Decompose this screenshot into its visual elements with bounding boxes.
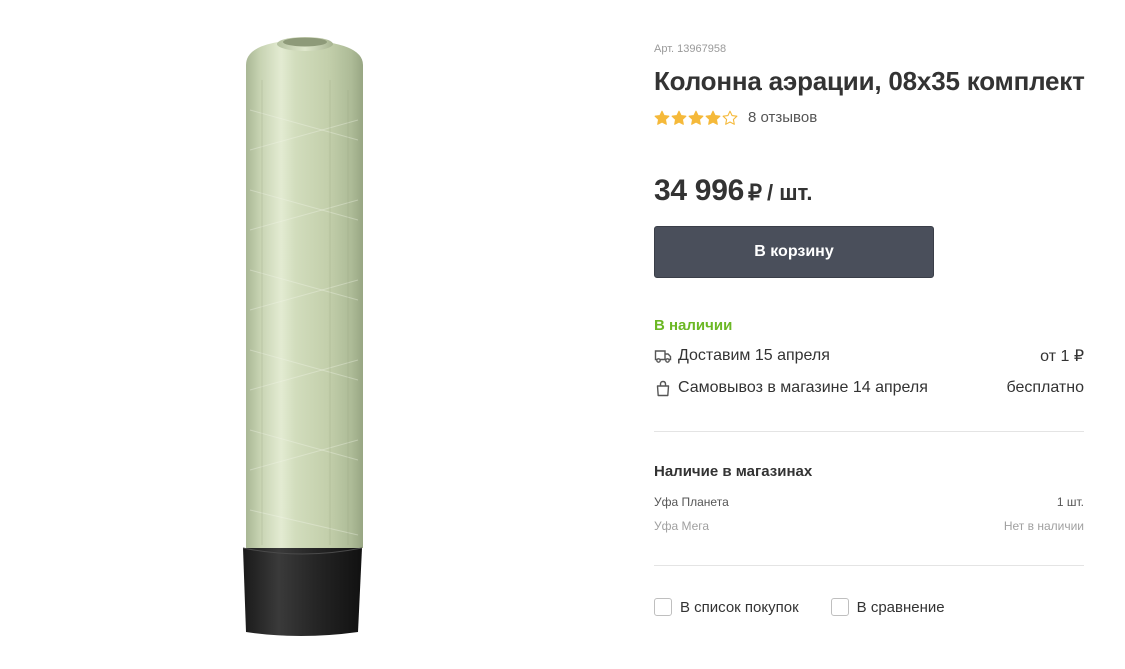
product-title: Колонна аэрации, 08х35 комплект [654, 66, 1085, 96]
availability-status: В наличии [654, 317, 733, 334]
product-image[interactable] [0, 0, 610, 669]
price-unit: / шт. [766, 180, 813, 205]
shopping-list-label: В список покупок [680, 598, 799, 616]
store-name: Уфа Планета [654, 495, 729, 509]
product-actions: В список покупок В сравнение [654, 598, 945, 616]
truck-icon [654, 347, 672, 365]
checkbox-box[interactable] [830, 598, 849, 616]
delivery-price: от 1 ₽ [1040, 348, 1084, 365]
add-to-shopping-list-checkbox[interactable]: В список покупок [654, 598, 799, 616]
pickup-label: Самовывоз в магазине 14 апреля [678, 379, 928, 396]
store-name: Уфа Мега [654, 519, 710, 533]
shopping-bag-icon [654, 379, 672, 397]
pickup-price: бесплатно [1006, 379, 1085, 396]
add-to-cart-button[interactable]: В корзину [654, 226, 934, 278]
store-stock: Нет в наличии [1003, 519, 1084, 533]
star-empty-icon [722, 110, 738, 125]
delivery-label: Доставим 15 апреля [678, 347, 830, 364]
product-photo [242, 37, 363, 636]
star-filled-icon [688, 110, 704, 125]
store-row[interactable]: Уфа Мега Нет в наличии [654, 519, 1084, 533]
star-filled-icon [654, 110, 670, 125]
price-value: 34 996 [654, 174, 744, 207]
divider [654, 565, 1084, 566]
stores-title: Наличие в магазинах [654, 463, 813, 480]
price: 34 996 ₽ / шт. [654, 174, 812, 208]
store-row[interactable]: Уфа Планета 1 шт. [654, 495, 1084, 509]
pickup-option: Самовывоз в магазине 14 апреля бесплатно [654, 377, 1084, 399]
star-filled-icon [671, 110, 687, 125]
rating[interactable]: 8 отзывов [654, 109, 817, 126]
divider [654, 431, 1084, 432]
rating-stars [654, 110, 738, 126]
compare-label: В сравнение [856, 598, 945, 616]
reviews-link[interactable]: 8 отзывов [748, 109, 817, 126]
price-currency: ₽ [747, 180, 762, 205]
store-stock: 1 шт. [1056, 495, 1084, 509]
add-to-compare-checkbox[interactable]: В сравнение [830, 598, 945, 616]
delivery-option: Доставим 15 апреля от 1 ₽ [654, 345, 1084, 367]
checkbox-box[interactable] [654, 598, 672, 616]
sku-label: Арт. 13967958 [654, 43, 727, 55]
star-filled-icon [705, 110, 721, 125]
